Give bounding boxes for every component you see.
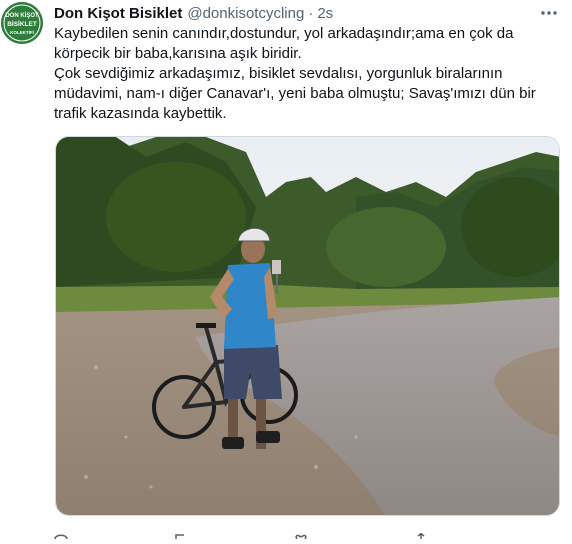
don-kisot-logo-icon: DON KİŞOT BİSİKLET KOLEKTİFİ <box>1 2 43 44</box>
svg-text:DON KİŞOT: DON KİŞOT <box>5 12 39 19</box>
avatar[interactable]: DON KİŞOT BİSİKLET KOLEKTİFİ <box>1 2 43 44</box>
tweet-timestamp[interactable]: 2s <box>317 5 333 22</box>
author-handle[interactable]: @donkisotcycling <box>187 5 304 22</box>
tweet-text: Kaybedilen senin canındır,dostundur, yol… <box>54 24 559 124</box>
photo-cyclist-on-road-icon <box>56 137 559 515</box>
reply-icon[interactable] <box>54 526 68 540</box>
tweet-text-line: Kaybedilen senin canındır,dostundur, yol… <box>54 25 514 42</box>
tweet[interactable]: DON KİŞOT BİSİKLET KOLEKTİFİ Don Kişot B… <box>0 0 572 540</box>
tweet-photo[interactable] <box>55 136 560 516</box>
svg-text:KOLEKTİFİ: KOLEKTİFİ <box>10 29 34 35</box>
share-icon[interactable] <box>414 526 428 539</box>
tweet-text-line: müdavimi, nam-ı diğer Canavar'ı, yeni ba… <box>54 85 536 102</box>
like-icon[interactable] <box>294 526 308 540</box>
svg-text:BİSİKLET: BİSİKLET <box>7 20 37 28</box>
more-options-icon[interactable] <box>540 4 558 22</box>
author-display-name[interactable]: Don Kişot Bisiklet <box>54 5 182 22</box>
tweet-text-line: körpecik bir baba,karısına aşık biridir. <box>54 45 302 62</box>
tweet-text-line: trafik kazasında kaybettik. <box>54 105 227 122</box>
tweet-text-line: Çok sevdiğimiz arkadaşımız, bisiklet sev… <box>54 65 503 82</box>
tweet-header: Don Kişot Bisiklet @donkisotcycling · 2s <box>54 2 562 24</box>
header-separator: · <box>308 4 314 22</box>
retweet-icon[interactable] <box>174 526 188 539</box>
